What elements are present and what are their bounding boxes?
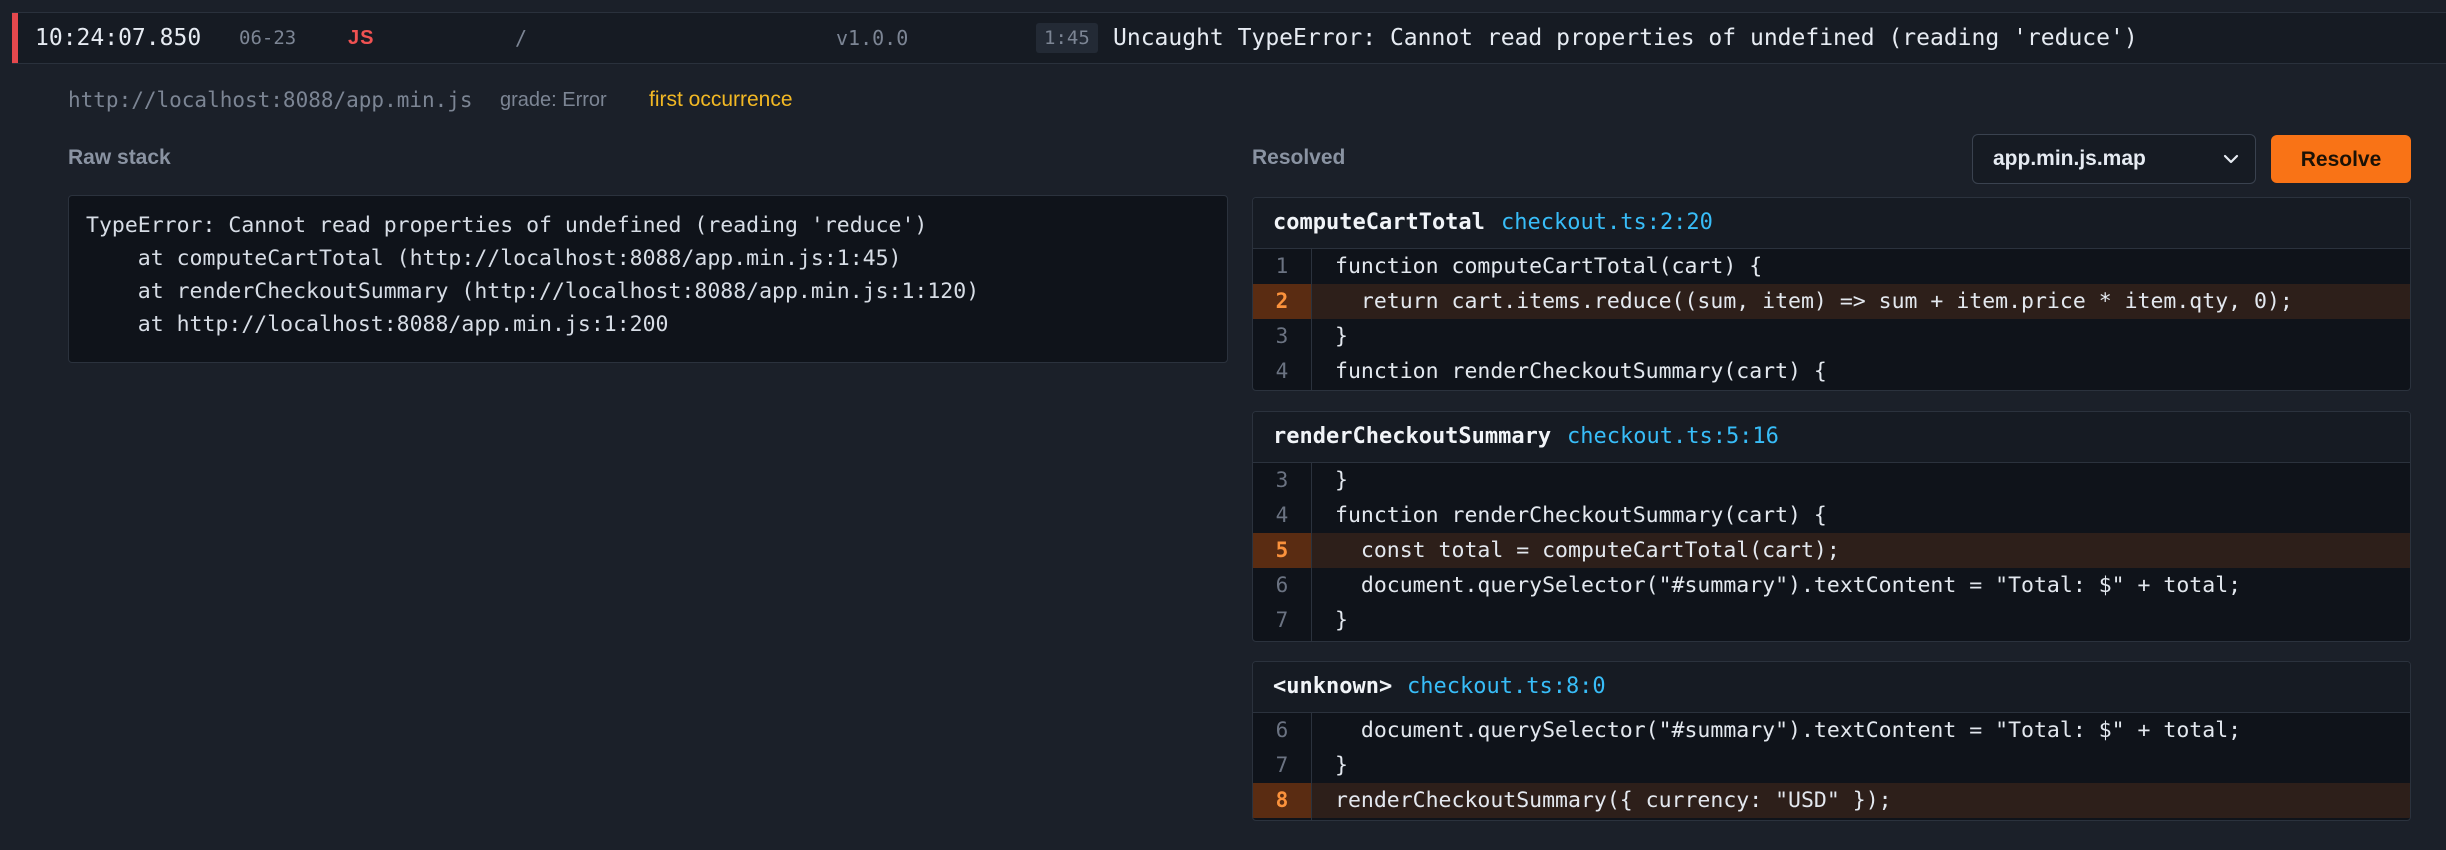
frame-location-link[interactable]: checkout.ts:5:16: [1567, 412, 1779, 462]
code-text: }: [1335, 753, 1348, 778]
code-text: document.querySelector("#summary").textC…: [1335, 573, 2242, 598]
code-text: }: [1335, 608, 1348, 633]
frame-header: <unknown> checkout.ts:8:0: [1253, 662, 2410, 713]
frame-location-link[interactable]: checkout.ts:2:20: [1501, 198, 1713, 248]
code-text: function computeCartTotal(cart) {: [1335, 254, 1763, 279]
code-text: function renderCheckoutSummary(cart) {: [1335, 359, 1827, 384]
code-line: 7 }: [1253, 603, 2410, 638]
frame-function: computeCartTotal: [1273, 210, 1485, 235]
raw-stack-heading: Raw stack: [68, 146, 171, 169]
raw-stack-line: at computeCartTotal (http://localhost:80…: [86, 246, 902, 271]
source-map-value: app.min.js.map: [1993, 147, 2146, 170]
code-line: 3 }: [1253, 463, 2410, 498]
error-time: 10:24:07.850: [35, 25, 202, 51]
error-date: 06-23: [239, 27, 297, 49]
raw-stack-line: at renderCheckoutSummary (http://localho…: [86, 279, 980, 304]
app-version: v1.0.0: [836, 26, 909, 50]
error-position-badge: 1:45: [1036, 23, 1098, 53]
frame-header: renderCheckoutSummary checkout.ts:5:16: [1253, 412, 2410, 463]
code-text: function renderCheckoutSummary(cart) {: [1335, 503, 1827, 528]
highlighted-code-line: 8 renderCheckoutSummary({ currency: "USD…: [1253, 783, 2410, 818]
error-message: Uncaught TypeError: Cannot read properti…: [1113, 25, 2138, 51]
stack-frame[interactable]: renderCheckoutSummary checkout.ts:5:16 3…: [1252, 411, 2411, 642]
raw-stack-line: TypeError: Cannot read properties of und…: [86, 213, 928, 238]
stack-frame[interactable]: computeCartTotal checkout.ts:2:20 1 func…: [1252, 197, 2411, 391]
code-line: 6 document.querySelector("#summary").tex…: [1253, 568, 2410, 603]
raw-stack-box: TypeError: Cannot read properties of und…: [68, 195, 1228, 363]
code-text: }: [1335, 468, 1348, 493]
error-row[interactable]: 10:24:07.850 06-23 JS / v1.0.0 1:45 Unca…: [12, 12, 2446, 64]
line-gutter: [1253, 712, 1312, 820]
code-line: 7 }: [1253, 748, 2410, 783]
code-line: 6 document.querySelector("#summary").tex…: [1253, 713, 2410, 748]
raw-stack-line: at http://localhost:8088/app.min.js:1:20…: [86, 312, 669, 337]
line-gutter: [1253, 248, 1312, 390]
occurrence-badge: first occurrence: [649, 88, 793, 111]
highlighted-code-line: 2 return cart.items.reduce((sum, item) =…: [1253, 284, 2410, 319]
code-text: document.querySelector("#summary").textC…: [1335, 718, 2242, 743]
code-line: 3 }: [1253, 319, 2410, 354]
code-text: }: [1335, 324, 1348, 349]
stack-frame[interactable]: <unknown> checkout.ts:8:0 6 document.que…: [1252, 661, 2411, 821]
line-gutter: [1253, 462, 1312, 641]
frame-header: computeCartTotal checkout.ts:2:20: [1253, 198, 2410, 249]
source-map-select[interactable]: app.min.js.map: [1972, 134, 2256, 184]
frame-function: renderCheckoutSummary: [1273, 424, 1552, 449]
error-detail-view: 10:24:07.850 06-23 JS / v1.0.0 1:45 Unca…: [0, 0, 2446, 850]
code-line: 4 function renderCheckoutSummary(cart) {: [1253, 354, 2410, 389]
code-line: 1 function computeCartTotal(cart) {: [1253, 249, 2410, 284]
resolve-button[interactable]: Resolve: [2271, 135, 2411, 183]
error-path: /: [515, 26, 528, 50]
code-line: 4 function renderCheckoutSummary(cart) {: [1253, 498, 2410, 533]
resolved-heading: Resolved: [1252, 146, 1346, 169]
frame-location-link[interactable]: checkout.ts:8:0: [1407, 662, 1606, 712]
source-url[interactable]: http://localhost:8088/app.min.js: [68, 86, 473, 114]
error-grade: grade: Error: [500, 89, 607, 111]
severity-marker: [12, 13, 18, 63]
highlighted-code-line: 5 const total = computeCartTotal(cart);: [1253, 533, 2410, 568]
chevron-down-icon: [2223, 154, 2239, 164]
code-text: renderCheckoutSummary({ currency: "USD" …: [1335, 788, 1892, 813]
frame-function: <unknown>: [1273, 674, 1393, 699]
code-text: const total = computeCartTotal(cart);: [1335, 538, 1840, 563]
language-badge: JS: [348, 27, 375, 49]
code-text: return cart.items.reduce((sum, item) => …: [1335, 289, 2293, 314]
